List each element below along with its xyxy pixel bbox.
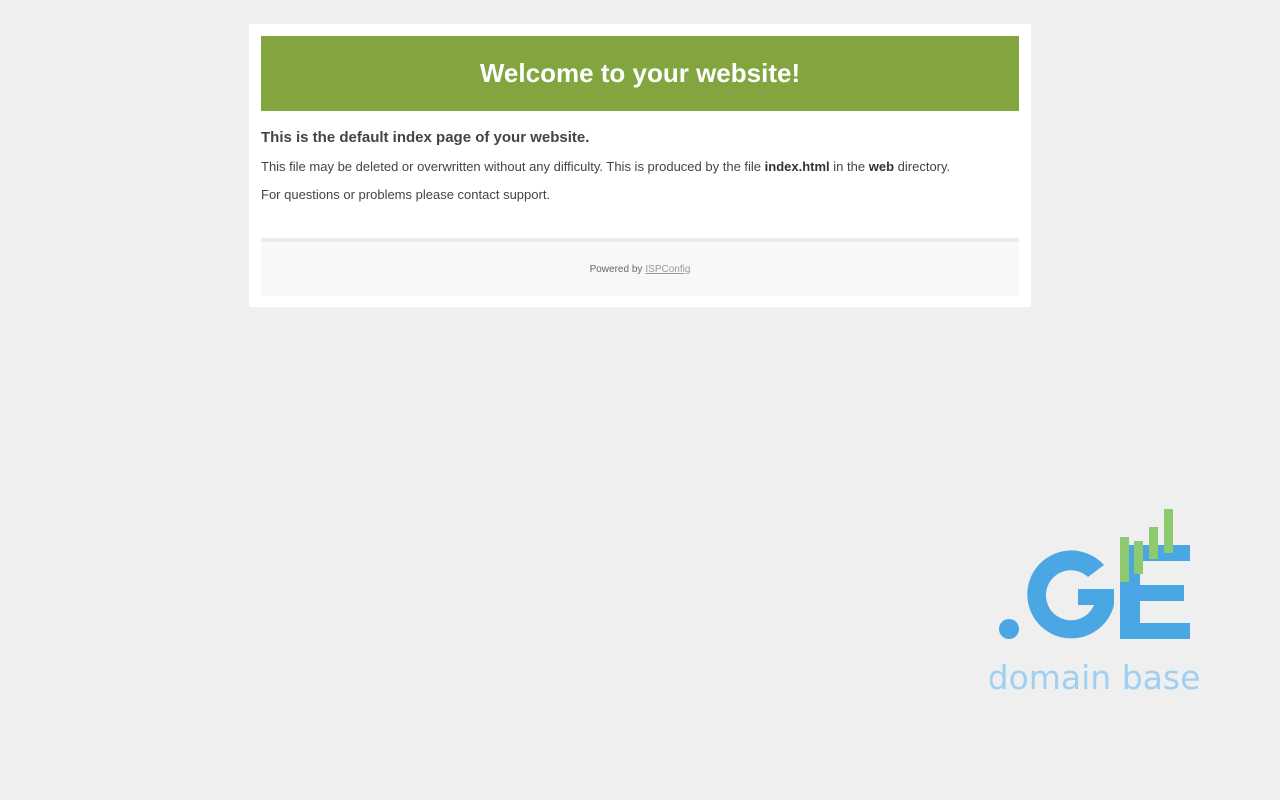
description-text: This file may be deleted or overwritten … — [261, 159, 1019, 175]
desc-dir: web — [868, 159, 895, 174]
logo-dot — [999, 619, 1019, 639]
logo-tagline: domain base — [990, 658, 1200, 697]
ispconfig-link[interactable]: ISPConfig — [645, 264, 690, 275]
desc-pre: This file may be deleted or overwritten … — [261, 159, 762, 174]
footer: Powered by ISPConfig — [261, 238, 1019, 296]
banner-title: Welcome to your website! — [479, 58, 801, 88]
logo-bar-2 — [1134, 541, 1143, 574]
welcome-card: Welcome to your website! This is the def… — [249, 24, 1031, 307]
logo-e-letter — [1120, 545, 1190, 639]
logo-g-letter — [1027, 550, 1114, 639]
desc-mid: in the — [833, 159, 866, 174]
support-text: For questions or problems please contact… — [261, 187, 551, 202]
welcome-banner: Welcome to your website! — [261, 36, 1019, 111]
logo-bar-1 — [1120, 537, 1129, 582]
logo-bar-3 — [1149, 527, 1158, 559]
logo-bar-4 — [1164, 509, 1173, 553]
page-headline: This is the default index page of your w… — [261, 129, 590, 146]
desc-post: directory. — [897, 159, 951, 174]
powered-by-label: Powered by — [589, 263, 643, 275]
desc-file: index.html — [764, 159, 830, 174]
domain-base-logo: domain base — [990, 509, 1200, 697]
